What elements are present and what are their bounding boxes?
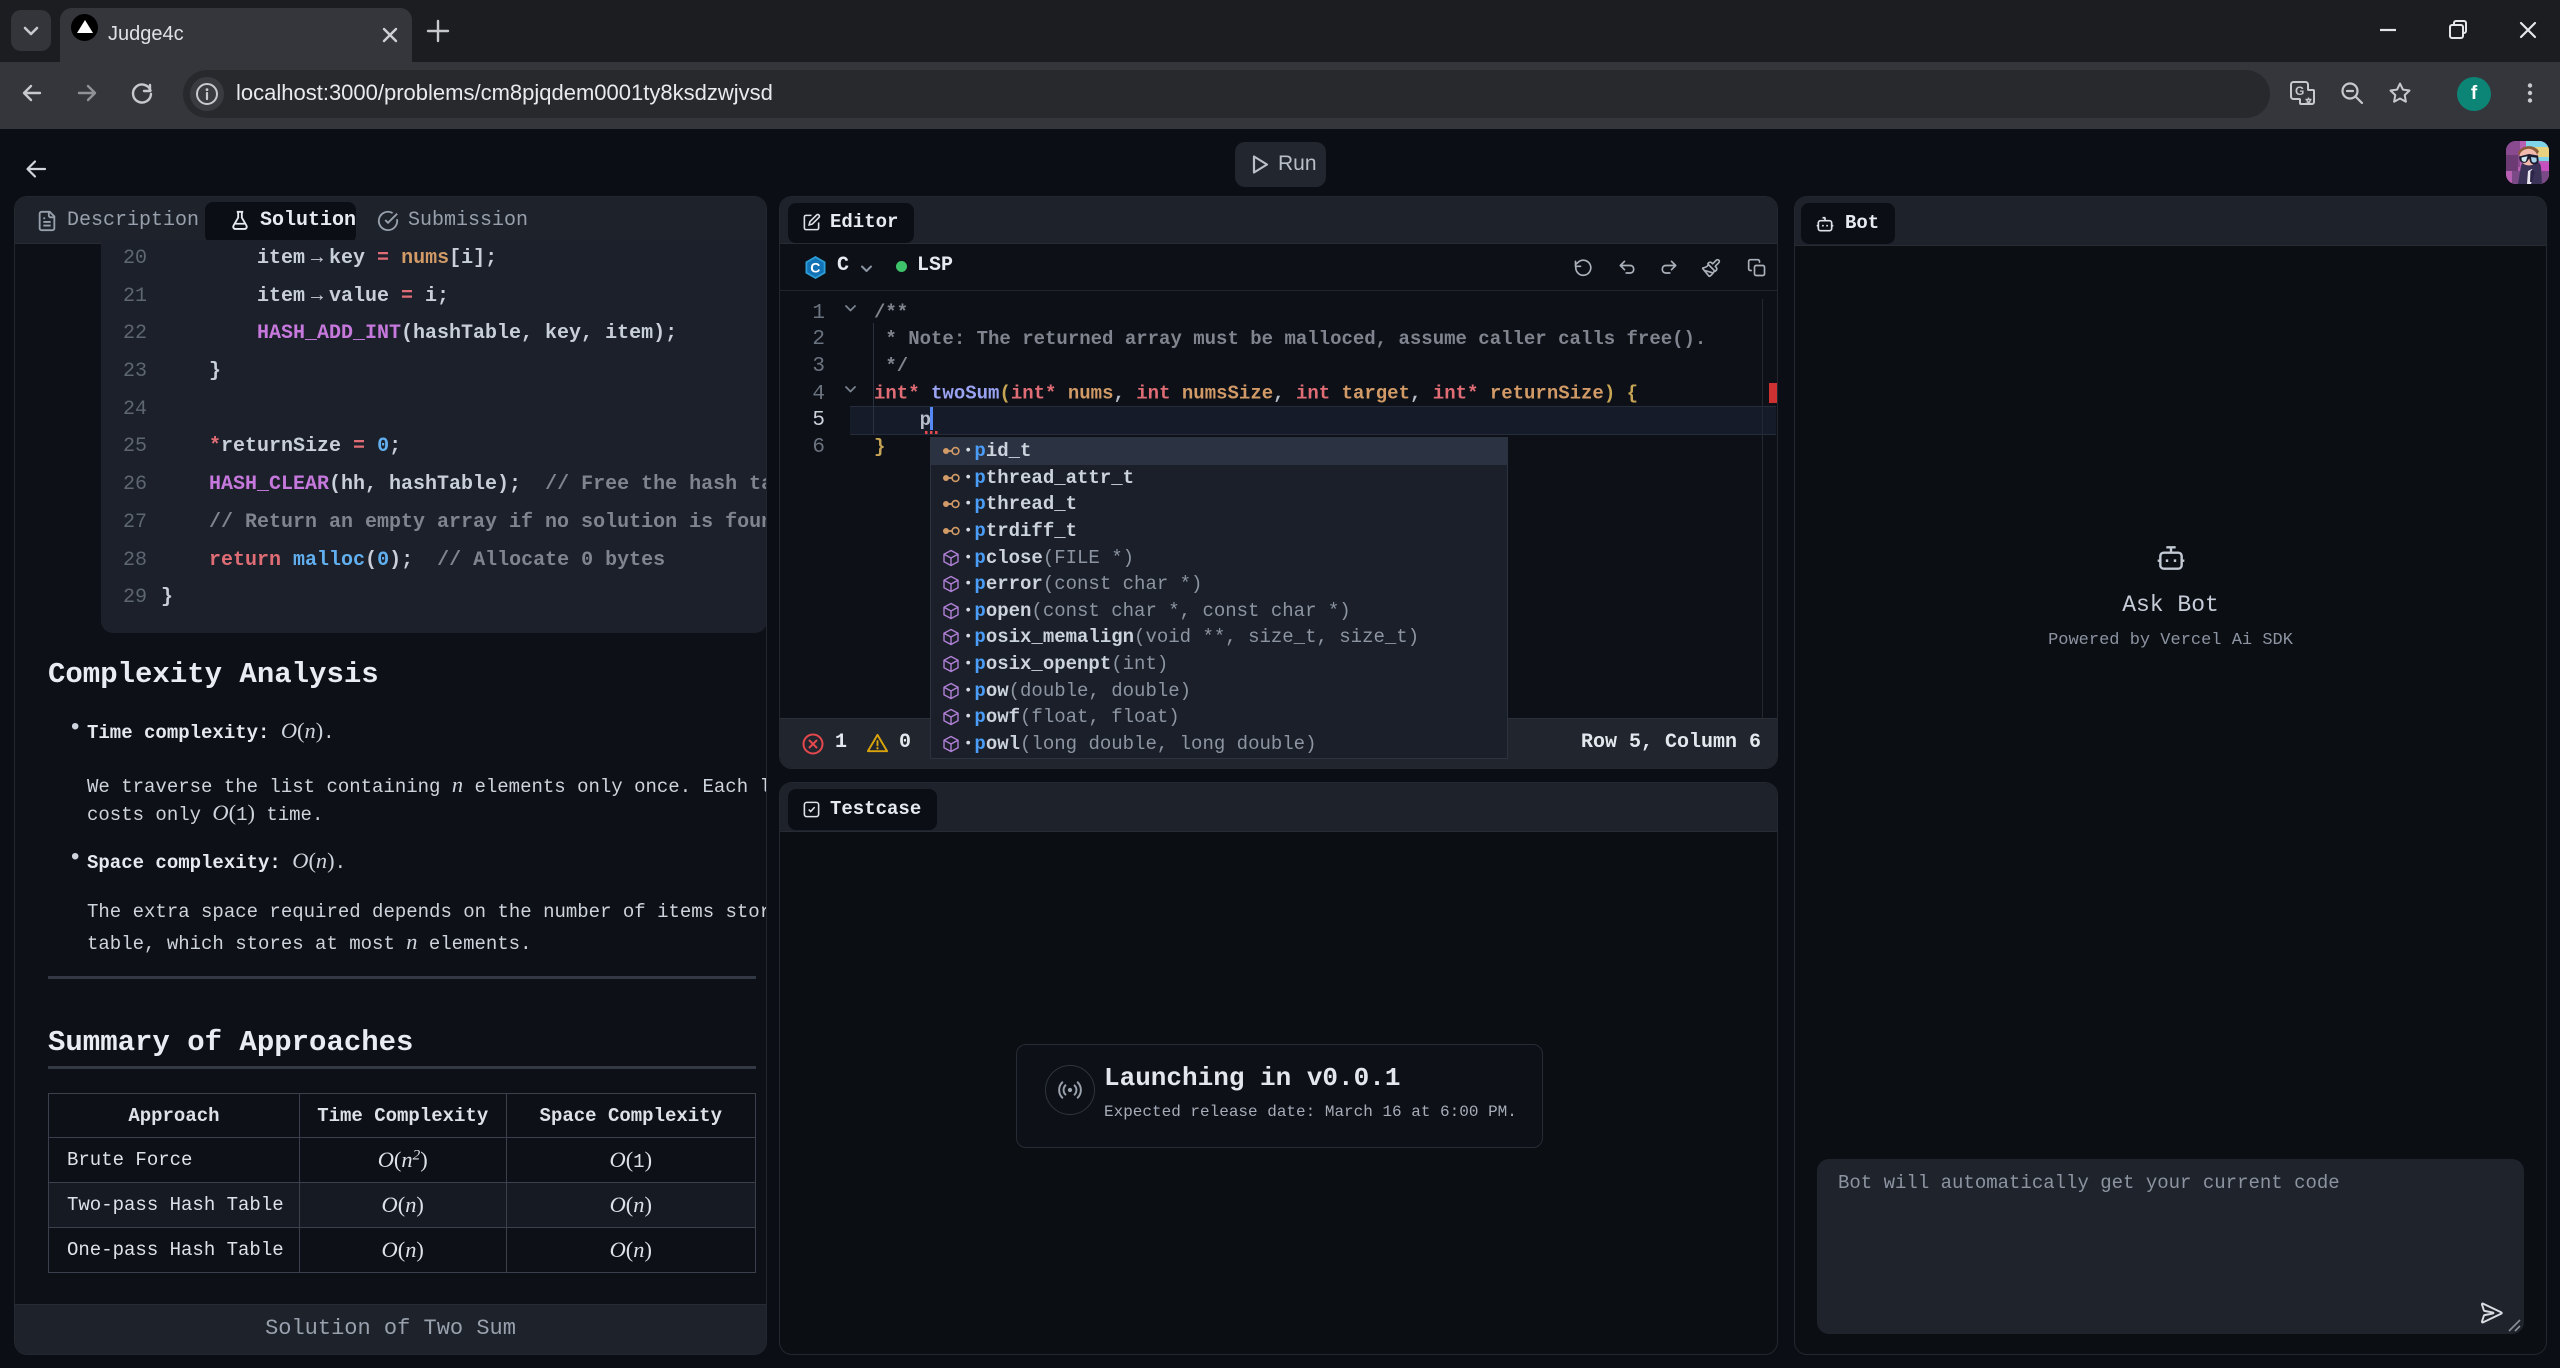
svg-text:C: C: [810, 260, 820, 276]
